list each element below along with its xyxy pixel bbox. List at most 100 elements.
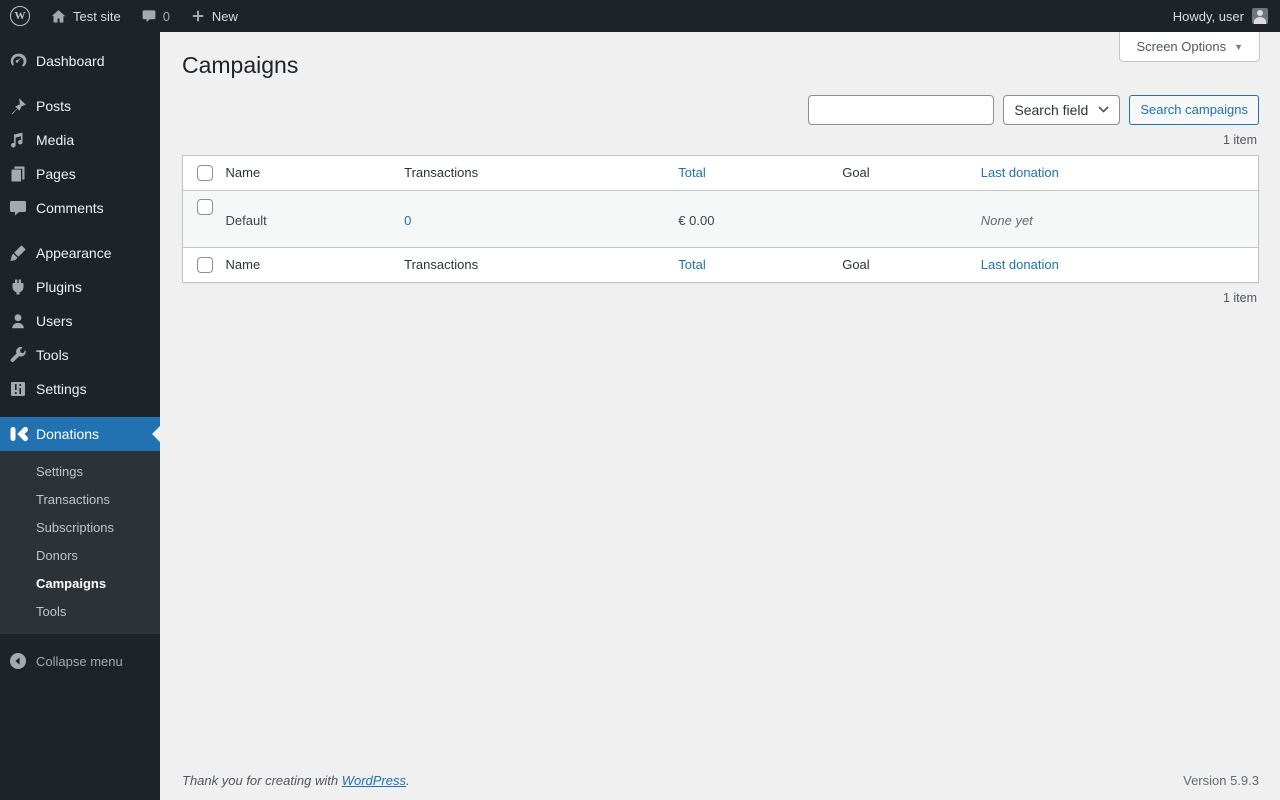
comments-menu[interactable]: 0 xyxy=(131,0,180,32)
collapse-arrow-icon xyxy=(10,653,26,669)
column-header-transactions: Transactions xyxy=(394,155,669,191)
submenu-item-settings[interactable]: Settings xyxy=(0,458,160,486)
chevron-down-icon xyxy=(1098,106,1109,114)
sidebar-item-label: Dashboard xyxy=(36,53,105,69)
comment-icon xyxy=(10,201,26,216)
search-field-selected: Search field xyxy=(1014,101,1089,118)
new-content-menu[interactable]: New xyxy=(180,0,248,32)
table-footer-row: Name Transactions Total Goal Last donati… xyxy=(182,246,1259,283)
search-controls: Search field Search campaigns xyxy=(182,94,1259,125)
footer-thanks-text: Thank you for creating with WordPress. xyxy=(182,773,410,788)
column-header-goal: Goal xyxy=(832,155,971,191)
column-footer-transactions: Transactions xyxy=(394,246,669,283)
plus-icon xyxy=(192,10,204,22)
column-header-name: Name xyxy=(215,155,395,191)
media-icon xyxy=(11,132,23,148)
screen-options-button[interactable]: Screen Options ▼ xyxy=(1119,32,1260,62)
column-header-last-donation-sort[interactable]: Last donation xyxy=(981,165,1059,180)
howdy-user-menu[interactable]: Howdy, user xyxy=(1173,9,1244,24)
sidebar-item-posts[interactable]: Posts xyxy=(0,89,160,123)
collapse-menu-label: Collapse menu xyxy=(36,653,123,669)
user-avatar[interactable] xyxy=(1252,8,1268,24)
sliders-icon xyxy=(11,382,25,396)
item-count-bottom: 1 item xyxy=(1222,290,1257,305)
sidebar-item-plugins[interactable]: Plugins xyxy=(0,270,160,304)
column-footer-goal: Goal xyxy=(832,246,971,283)
user-icon xyxy=(12,314,24,329)
dashboard-icon xyxy=(10,53,27,67)
column-header-total-sort[interactable]: Total xyxy=(678,165,705,180)
cell-last-donation: None yet xyxy=(980,212,1033,228)
sidebar-item-media[interactable]: Media xyxy=(0,123,160,157)
tablenav-bottom: 1 item xyxy=(182,283,1259,313)
sidebar-item-settings[interactable]: Settings xyxy=(0,372,160,406)
submenu-item-subscriptions[interactable]: Subscriptions xyxy=(0,514,160,542)
sidebar-item-tools[interactable]: Tools xyxy=(0,338,160,372)
search-field-select[interactable]: Search field xyxy=(1003,94,1121,125)
sidebar-item-label: Pages xyxy=(36,166,76,182)
wrench-icon xyxy=(10,347,26,362)
plugin-icon xyxy=(12,279,24,295)
tablenav-top: 1 item xyxy=(182,125,1259,155)
search-campaigns-button[interactable]: Search campaigns xyxy=(1129,94,1259,125)
thanks-prefix: Thank you for creating with xyxy=(182,773,342,788)
admin-bar: W Test site 0 New Howdy, user xyxy=(0,0,1280,32)
comments-count: 0 xyxy=(162,8,170,24)
column-footer-last-donation-sort[interactable]: Last donation xyxy=(981,257,1059,272)
wordpress-link[interactable]: WordPress xyxy=(342,773,406,788)
campaigns-table: Name Transactions Total Goal Last donati… xyxy=(182,154,1259,283)
wp-logo-menu[interactable]: W xyxy=(0,0,40,32)
sidebar-item-label: Plugins xyxy=(36,279,82,295)
table-header-row: Name Transactions Total Goal Last donati… xyxy=(182,155,1259,191)
submenu-item-transactions[interactable]: Transactions xyxy=(0,486,160,514)
site-name-label: Test site xyxy=(73,8,121,24)
sidebar-item-dashboard[interactable]: Dashboard xyxy=(0,44,160,78)
comment-bubble-icon xyxy=(142,10,156,22)
main-content: Screen Options ▼ Campaigns Search field … xyxy=(160,32,1280,800)
sidebar-item-appearance[interactable]: Appearance xyxy=(0,236,160,270)
kudos-logo-icon xyxy=(10,426,28,442)
site-name-menu[interactable]: Test site xyxy=(40,0,131,32)
submenu-item-campaigns[interactable]: Campaigns xyxy=(0,570,160,598)
sidebar-item-comments[interactable]: Comments xyxy=(0,191,160,225)
sidebar-item-label: Settings xyxy=(36,381,87,397)
admin-sidebar: Dashboard Posts Media Pages Comments App… xyxy=(0,32,160,800)
sidebar-item-label: Comments xyxy=(36,200,104,216)
caret-down-icon: ▼ xyxy=(1234,41,1243,52)
sidebar-item-users[interactable]: Users xyxy=(0,304,160,338)
submenu-item-donors[interactable]: Donors xyxy=(0,542,160,570)
pin-icon xyxy=(11,98,26,115)
column-footer-name: Name xyxy=(215,246,395,283)
donations-submenu: Settings Transactions Subscriptions Dono… xyxy=(0,451,160,634)
select-all-checkbox-top[interactable] xyxy=(196,165,213,182)
collapse-menu-button[interactable]: Collapse menu xyxy=(0,644,160,678)
cell-goal xyxy=(832,190,971,247)
cell-transactions-link[interactable]: 0 xyxy=(404,213,411,228)
wordpress-logo-icon: W xyxy=(10,6,30,26)
new-label: New xyxy=(211,8,238,24)
sidebar-item-donations[interactable]: Donations xyxy=(0,417,160,451)
table-row: Default 0 € 0.00 None yet xyxy=(182,190,1259,248)
sidebar-item-label: Tools xyxy=(36,347,69,363)
sidebar-item-label: Appearance xyxy=(36,245,112,261)
sidebar-item-label: Media xyxy=(36,132,75,148)
column-footer-total-sort[interactable]: Total xyxy=(678,257,705,272)
sidebar-item-pages[interactable]: Pages xyxy=(0,157,160,191)
thanks-suffix: . xyxy=(406,773,410,788)
cell-total: € 0.00 xyxy=(678,212,715,228)
current-menu-arrow xyxy=(152,426,160,442)
admin-footer: Thank you for creating with WordPress. V… xyxy=(182,773,1259,788)
cell-name: Default xyxy=(225,212,267,228)
screen-options-label: Screen Options xyxy=(1136,39,1227,54)
page-title: Campaigns xyxy=(182,52,299,78)
search-input[interactable] xyxy=(808,94,995,125)
home-icon xyxy=(51,9,66,22)
item-count-top: 1 item xyxy=(1222,132,1257,147)
submenu-item-tools[interactable]: Tools xyxy=(0,598,160,626)
version-text: Version 5.9.3 xyxy=(1183,773,1259,788)
pages-icon xyxy=(11,166,25,182)
row-checkbox[interactable] xyxy=(196,199,213,216)
brush-icon xyxy=(9,245,26,261)
sidebar-item-label: Users xyxy=(36,313,73,329)
select-all-checkbox-bottom[interactable] xyxy=(196,257,213,274)
